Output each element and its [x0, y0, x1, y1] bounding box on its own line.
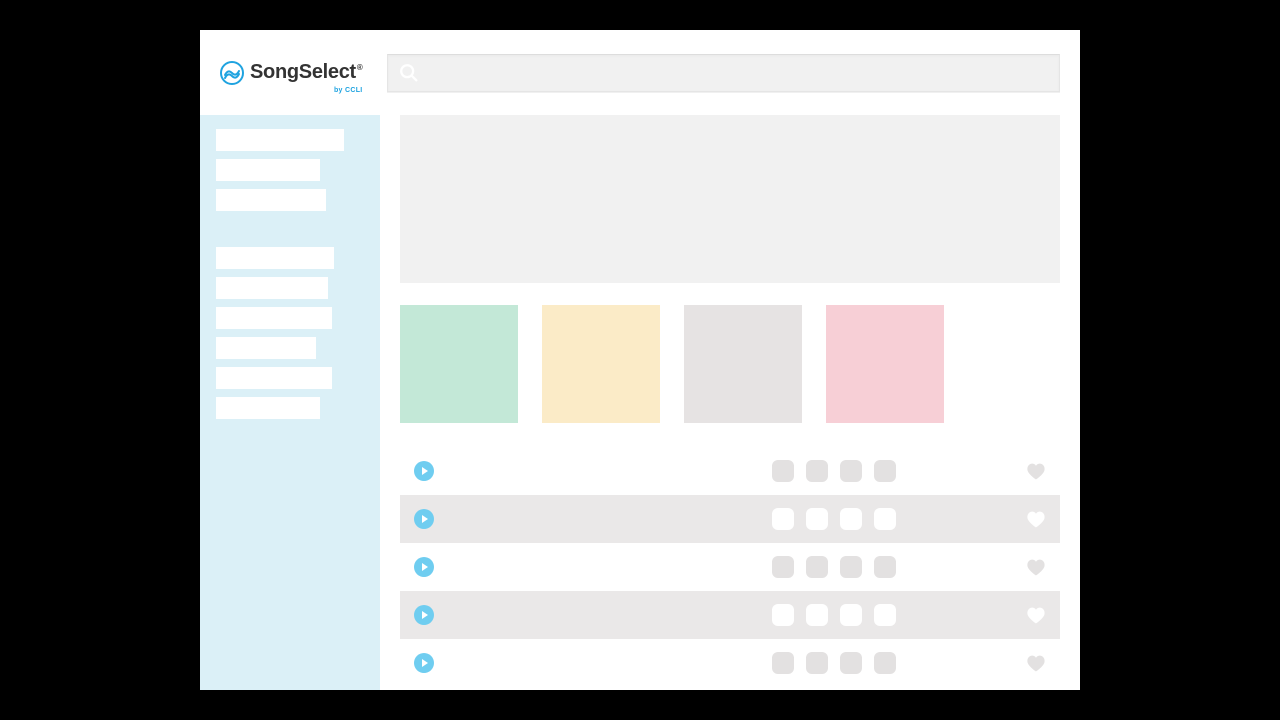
heart-icon	[1026, 654, 1046, 672]
play-icon	[422, 659, 428, 667]
sidebar-item[interactable]	[216, 397, 320, 419]
search-icon	[398, 62, 420, 84]
action-chip[interactable]	[874, 604, 896, 626]
heart-icon	[1026, 558, 1046, 576]
song-row[interactable]	[400, 495, 1060, 543]
sidebar-group-2	[216, 247, 366, 419]
sidebar-item[interactable]	[216, 129, 344, 151]
play-button[interactable]	[414, 653, 434, 673]
favorite-button[interactable]	[1026, 606, 1046, 624]
action-chip[interactable]	[874, 460, 896, 482]
play-icon	[422, 563, 428, 571]
tile-row	[400, 305, 1060, 423]
brand-name: SongSelect® by CCLI	[250, 61, 363, 84]
brand-mark-icon	[220, 61, 244, 85]
favorite-button[interactable]	[1026, 654, 1046, 672]
header: SongSelect® by CCLI	[200, 30, 1080, 115]
chip-group	[772, 556, 896, 578]
play-button[interactable]	[414, 509, 434, 529]
song-row[interactable]	[400, 447, 1060, 495]
action-chip[interactable]	[874, 556, 896, 578]
action-chip[interactable]	[772, 508, 794, 530]
category-tile[interactable]	[826, 305, 944, 423]
song-row[interactable]	[400, 543, 1060, 591]
brand-byline: by CCLI	[334, 87, 363, 94]
sidebar-item[interactable]	[216, 247, 334, 269]
favorite-button[interactable]	[1026, 558, 1046, 576]
chip-group	[772, 652, 896, 674]
chip-group	[772, 604, 896, 626]
chip-group	[772, 460, 896, 482]
action-chip[interactable]	[772, 556, 794, 578]
action-chip[interactable]	[806, 652, 828, 674]
hero-banner[interactable]	[400, 115, 1060, 283]
heart-icon	[1026, 510, 1046, 528]
sidebar-group-1	[216, 129, 366, 211]
category-tile[interactable]	[400, 305, 518, 423]
favorite-button[interactable]	[1026, 462, 1046, 480]
category-tile[interactable]	[542, 305, 660, 423]
play-icon	[422, 611, 428, 619]
song-row[interactable]	[400, 639, 1060, 687]
content-area	[200, 115, 1080, 690]
play-icon	[422, 467, 428, 475]
action-chip[interactable]	[840, 556, 862, 578]
main-content	[380, 115, 1080, 690]
action-chip[interactable]	[840, 652, 862, 674]
action-chip[interactable]	[874, 652, 896, 674]
action-chip[interactable]	[840, 460, 862, 482]
action-chip[interactable]	[874, 508, 896, 530]
sidebar	[200, 115, 380, 690]
action-chip[interactable]	[840, 508, 862, 530]
app-window: SongSelect® by CCLI	[200, 30, 1080, 690]
category-tile[interactable]	[684, 305, 802, 423]
play-button[interactable]	[414, 461, 434, 481]
sidebar-item[interactable]	[216, 307, 332, 329]
action-chip[interactable]	[806, 508, 828, 530]
sidebar-item[interactable]	[216, 189, 326, 211]
action-chip[interactable]	[806, 460, 828, 482]
sidebar-item[interactable]	[216, 367, 332, 389]
action-chip[interactable]	[772, 460, 794, 482]
action-chip[interactable]	[806, 556, 828, 578]
search-input[interactable]	[387, 54, 1060, 92]
action-chip[interactable]	[840, 604, 862, 626]
play-button[interactable]	[414, 557, 434, 577]
registered-mark: ®	[357, 63, 363, 72]
heart-icon	[1026, 462, 1046, 480]
song-list	[400, 447, 1060, 687]
action-chip[interactable]	[806, 604, 828, 626]
play-icon	[422, 515, 428, 523]
chip-group	[772, 508, 896, 530]
sidebar-item[interactable]	[216, 277, 328, 299]
song-row[interactable]	[400, 591, 1060, 639]
action-chip[interactable]	[772, 604, 794, 626]
play-button[interactable]	[414, 605, 434, 625]
sidebar-item[interactable]	[216, 159, 320, 181]
action-chip[interactable]	[772, 652, 794, 674]
brand-logo[interactable]: SongSelect® by CCLI	[220, 61, 363, 85]
heart-icon	[1026, 606, 1046, 624]
favorite-button[interactable]	[1026, 510, 1046, 528]
sidebar-item[interactable]	[216, 337, 316, 359]
